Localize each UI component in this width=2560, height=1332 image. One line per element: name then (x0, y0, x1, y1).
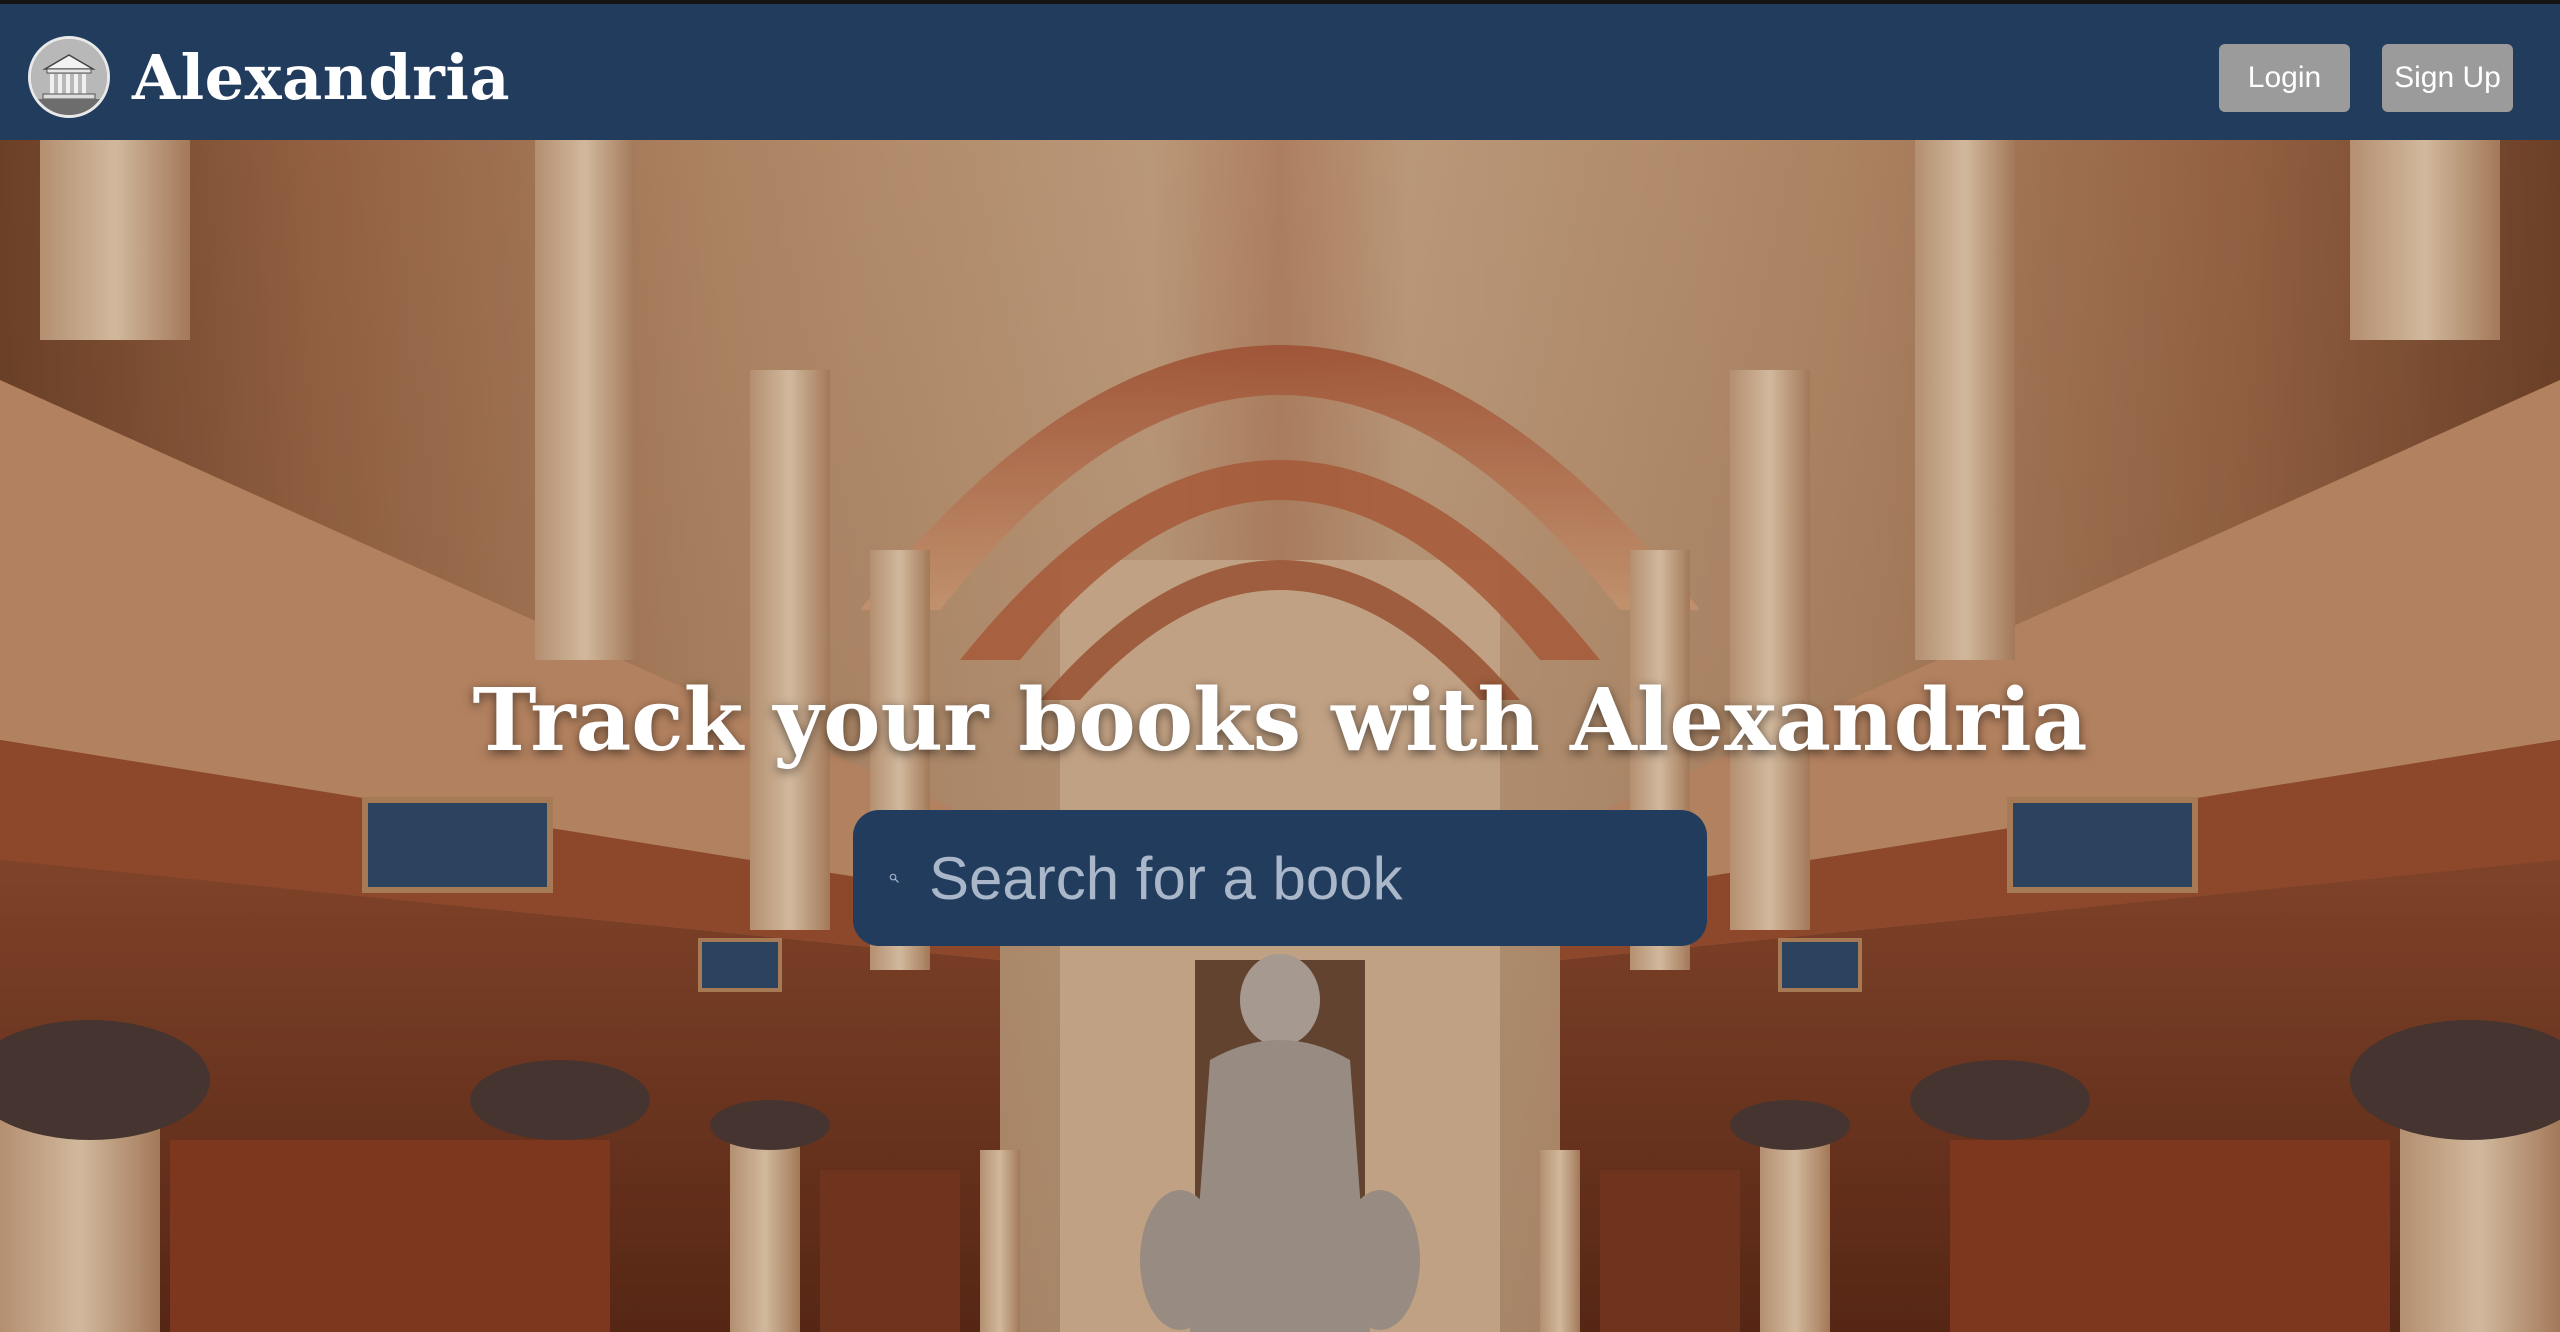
navbar: Alexandria Login Sign Up (0, 0, 2560, 140)
brand-name: Alexandria (132, 40, 511, 114)
search-bar[interactable] (853, 809, 1707, 947)
signup-button[interactable]: Sign Up (2382, 44, 2513, 112)
hero-section: Track your books with Alexandria (0, 140, 2560, 1332)
page: Alexandria Login Sign Up Track your book… (0, 0, 2560, 1332)
search-icon (889, 873, 899, 883)
search-input[interactable] (927, 809, 1707, 947)
brand[interactable]: Alexandria (28, 36, 510, 118)
library-building-icon (28, 36, 110, 118)
login-button[interactable]: Login (2219, 44, 2350, 112)
hero-title: Track your books with Alexandria (472, 670, 2088, 771)
